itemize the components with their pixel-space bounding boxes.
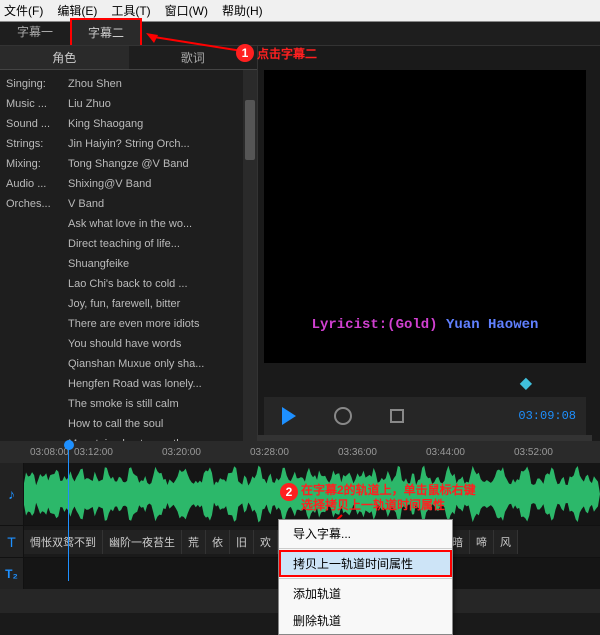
list-row[interactable]: Strings:Jin Haiyin? String Orch... bbox=[0, 134, 257, 154]
ctx-delete-track[interactable]: 删除轨道 bbox=[279, 607, 452, 634]
tab-subtitle-2[interactable]: 字幕二 bbox=[70, 18, 142, 45]
list-row[interactable]: Ask what love in the wo... bbox=[0, 214, 257, 234]
list-row[interactable]: You should have words bbox=[0, 334, 257, 354]
right-panel: Lyricist:(Gold) Yuan Haowen ◆ 03:09:08 bbox=[258, 46, 600, 441]
list-row[interactable]: Audio ...Shixing@V Band bbox=[0, 174, 257, 194]
menu-tool[interactable]: 工具(T) bbox=[111, 2, 150, 19]
list-row[interactable]: Direct teaching of life... bbox=[0, 234, 257, 254]
menu-help[interactable]: 帮助(H) bbox=[222, 2, 263, 19]
subtitle-cell[interactable]: 荒 bbox=[182, 530, 206, 554]
subtitle-cell[interactable]: 依 bbox=[206, 530, 230, 554]
list-row[interactable]: Hengfen Road was lonely... bbox=[0, 374, 257, 394]
menu-edit[interactable]: 编辑(E) bbox=[57, 2, 97, 19]
list-row[interactable]: The smoke is still calm bbox=[0, 394, 257, 414]
menu-file[interactable]: 文件(F) bbox=[4, 2, 43, 19]
video-preview: Lyricist:(Gold) Yuan Haowen bbox=[264, 70, 586, 363]
play-button[interactable] bbox=[274, 402, 304, 430]
lyric-list: Singing:Zhou ShenMusic ...Liu ZhuoSound … bbox=[0, 70, 257, 441]
list-row[interactable]: Singing:Zhou Shen bbox=[0, 74, 257, 94]
subtitle-track-1-icon: T bbox=[0, 526, 24, 557]
playhead[interactable] bbox=[68, 441, 69, 581]
time-display: 03:09:08 bbox=[518, 409, 576, 423]
annotation-1: 1点击字幕二 bbox=[236, 44, 317, 62]
ctx-copy-prev-track-time[interactable]: 拷贝上一轨道时间属性 bbox=[279, 550, 452, 577]
list-row[interactable]: Sound ...King Shaogang bbox=[0, 114, 257, 134]
list-row[interactable]: Orches...V Band bbox=[0, 194, 257, 214]
left-panel: 角色 歌词 Singing:Zhou ShenMusic ...Liu Zhuo… bbox=[0, 46, 258, 441]
subtitle-cell[interactable]: 惆怅双鸳不到 bbox=[24, 530, 103, 554]
menu-window[interactable]: 窗口(W) bbox=[165, 2, 208, 19]
subtitle-cell[interactable]: 啼 bbox=[470, 530, 494, 554]
diamond-icon: ◆ bbox=[520, 373, 532, 393]
annotation-1-arrow bbox=[146, 33, 242, 57]
tab-subtitle-1[interactable]: 字幕一 bbox=[0, 18, 70, 45]
list-row[interactable]: There are even more idiots bbox=[0, 314, 257, 334]
preview-lyric: Lyricist:(Gold) Yuan Haowen bbox=[312, 315, 539, 333]
list-row[interactable]: How to call the soul bbox=[0, 414, 257, 434]
annotation-2: 2 在字幕2的轨道上，单击鼠标右键选择拷贝上一轨道时间属性 bbox=[280, 483, 476, 513]
time-ruler[interactable]: 03:08:0003:12:0003:20:0003:28:0003:36:00… bbox=[0, 441, 600, 463]
list-row[interactable]: Shuangfeike bbox=[0, 254, 257, 274]
list-row[interactable]: Qianshan Muxue only sha... bbox=[0, 354, 257, 374]
subtab-role[interactable]: 角色 bbox=[0, 46, 129, 69]
subtitle-cell[interactable]: 风 bbox=[494, 530, 518, 554]
subtitle-cell[interactable]: 幽阶一夜苔生 bbox=[103, 530, 182, 554]
subtitle-cell[interactable]: 欢 bbox=[254, 530, 278, 554]
stop-button[interactable] bbox=[382, 402, 412, 430]
list-row[interactable]: Mixing:Tong Shangze @V Band bbox=[0, 154, 257, 174]
list-scrollbar[interactable] bbox=[243, 70, 257, 441]
subtitle-cell[interactable]: 旧 bbox=[230, 530, 254, 554]
ctx-import-subtitle[interactable]: 导入字幕... bbox=[279, 520, 452, 547]
list-row[interactable]: Music ...Liu Zhuo bbox=[0, 94, 257, 114]
record-button[interactable] bbox=[328, 402, 358, 430]
playback-controls: 03:09:08 bbox=[264, 397, 586, 435]
subtitle-track-2-icon: T₂ bbox=[0, 558, 24, 589]
list-row[interactable]: Mountain ghost secretly... bbox=[0, 434, 257, 441]
context-menu: 导入字幕... 拷贝上一轨道时间属性 添加轨道 删除轨道 bbox=[278, 519, 453, 635]
subtitle-tabbar: 字幕一 字幕二 bbox=[0, 22, 600, 46]
audio-track-icon: ♪ bbox=[0, 463, 24, 525]
list-row[interactable]: Joy, fun, farewell, bitter bbox=[0, 294, 257, 314]
ctx-add-track[interactable]: 添加轨道 bbox=[279, 580, 452, 607]
list-row[interactable]: Lao Chi's back to cold ... bbox=[0, 274, 257, 294]
